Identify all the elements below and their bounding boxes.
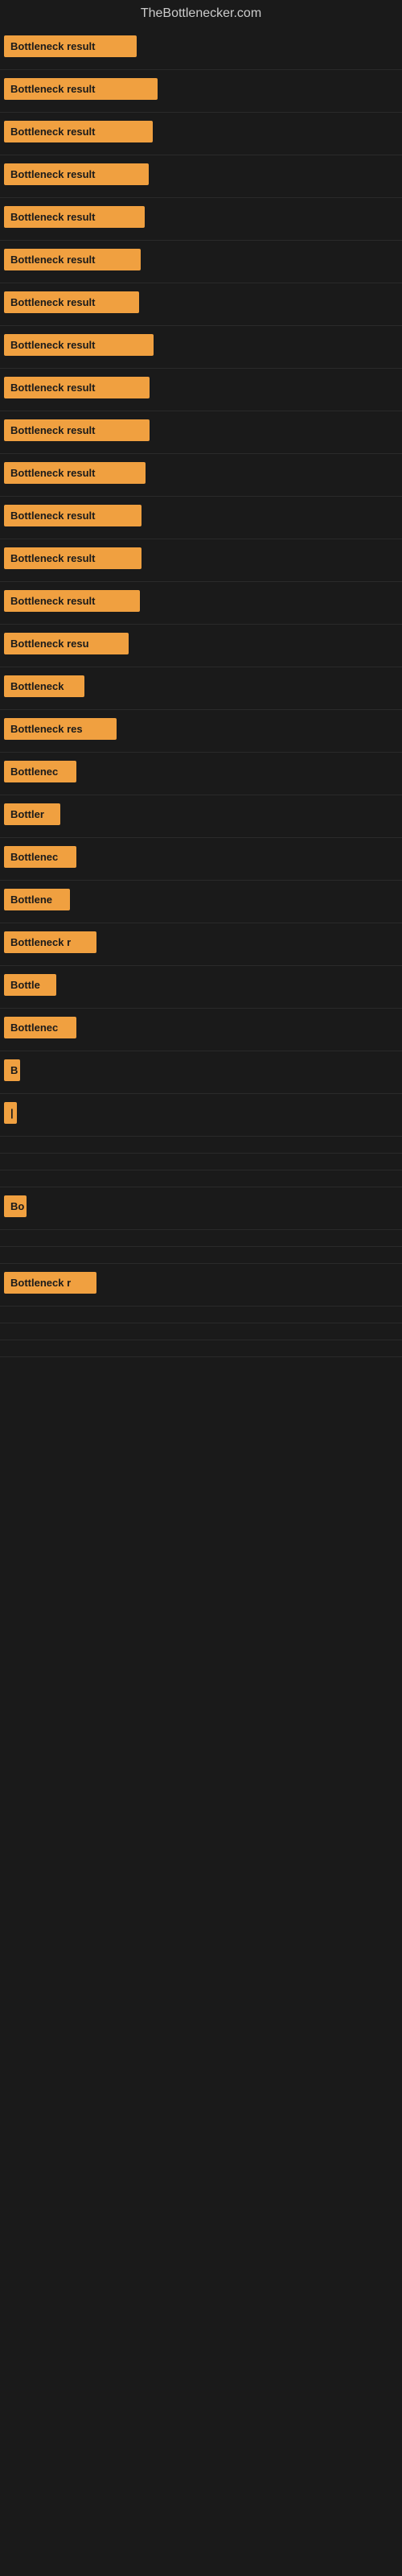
bottleneck-bar[interactable]: Bottleneck result <box>4 462 146 484</box>
bar-row: Bottleneck result <box>0 539 402 582</box>
bar-row: Bottlene <box>0 881 402 923</box>
bottleneck-bar[interactable]: Bottleneck result <box>4 590 140 612</box>
bar-row: Bottleneck result <box>0 454 402 497</box>
bar-row <box>0 1323 402 1340</box>
bar-row: Bottleneck result <box>0 283 402 326</box>
bar-row: Bottleneck result <box>0 27 402 70</box>
bar-row <box>0 1137 402 1154</box>
bar-row: Bottleneck result <box>0 326 402 369</box>
bar-row: Bottleneck result <box>0 198 402 241</box>
bar-row: Bottleneck result <box>0 70 402 113</box>
bottleneck-bar[interactable]: Bottleneck result <box>4 334 154 356</box>
bottleneck-bar[interactable]: Bottleneck result <box>4 377 150 398</box>
bottleneck-bar[interactable]: Bottleneck result <box>4 547 142 569</box>
bottleneck-bar[interactable]: Bottleneck result <box>4 163 149 185</box>
bottleneck-bar[interactable]: Bottleneck result <box>4 121 153 142</box>
bottleneck-bar[interactable]: Bottlenec <box>4 1017 76 1038</box>
bars-container: Bottleneck result Bottleneck result Bottle… <box>0 27 402 1357</box>
bottleneck-bar[interactable]: Bottleneck resu <box>4 633 129 654</box>
bottleneck-bar[interactable]: Bo <box>4 1195 27 1217</box>
bottleneck-bar[interactable]: Bottler <box>4 803 60 825</box>
bar-row: Bottleneck result <box>0 369 402 411</box>
bottleneck-bar[interactable]: | <box>4 1102 17 1124</box>
bottleneck-bar[interactable]: Bottleneck result <box>4 35 137 57</box>
bar-row: Bottleneck r <box>0 923 402 966</box>
bottleneck-bar[interactable]: Bottleneck result <box>4 505 142 526</box>
bottleneck-bar[interactable]: Bottleneck result <box>4 206 145 228</box>
bar-row <box>0 1307 402 1323</box>
bar-row: Bottlenec <box>0 838 402 881</box>
bottleneck-bar[interactable]: Bottleneck <box>4 675 84 697</box>
bar-row: Bottlenec <box>0 753 402 795</box>
bar-row: Bottleneck result <box>0 155 402 198</box>
bar-row <box>0 1340 402 1357</box>
bottleneck-bar[interactable]: Bottlenec <box>4 846 76 868</box>
bar-row: Bottleneck result <box>0 582 402 625</box>
bar-row <box>0 1154 402 1170</box>
bottleneck-bar[interactable]: Bottlene <box>4 889 70 910</box>
bottleneck-bar[interactable]: Bottle <box>4 974 56 996</box>
bottleneck-bar[interactable]: Bottleneck result <box>4 291 139 313</box>
bar-row: Bottleneck result <box>0 411 402 454</box>
bar-row: Bottleneck result <box>0 113 402 155</box>
bottleneck-bar[interactable]: Bottleneck res <box>4 718 117 740</box>
bar-row: Bottleneck result <box>0 497 402 539</box>
bottleneck-bar[interactable]: Bottlenec <box>4 761 76 782</box>
bar-row <box>0 1247 402 1264</box>
bottleneck-bar[interactable]: B <box>4 1059 20 1081</box>
bar-row <box>0 1230 402 1247</box>
bar-row: Bottleneck resu <box>0 625 402 667</box>
bar-row: Bottleneck <box>0 667 402 710</box>
bottleneck-bar[interactable]: Bottleneck result <box>4 78 158 100</box>
bar-row: B <box>0 1051 402 1094</box>
bar-row <box>0 1170 402 1187</box>
bar-row: Bottleneck r <box>0 1264 402 1307</box>
site-title: TheBottlenecker.com <box>0 0 402 27</box>
bar-row: Bottleneck res <box>0 710 402 753</box>
bottleneck-bar[interactable]: Bottleneck r <box>4 1272 96 1294</box>
bar-row: | <box>0 1094 402 1137</box>
bar-row: Bottleneck result <box>0 241 402 283</box>
bar-row: Bo <box>0 1187 402 1230</box>
bottleneck-bar[interactable]: Bottleneck r <box>4 931 96 953</box>
bottleneck-bar[interactable]: Bottleneck result <box>4 249 141 270</box>
bottleneck-bar[interactable]: Bottleneck result <box>4 419 150 441</box>
bar-row: Bottle <box>0 966 402 1009</box>
bar-row: Bottlenec <box>0 1009 402 1051</box>
bar-row: Bottler <box>0 795 402 838</box>
